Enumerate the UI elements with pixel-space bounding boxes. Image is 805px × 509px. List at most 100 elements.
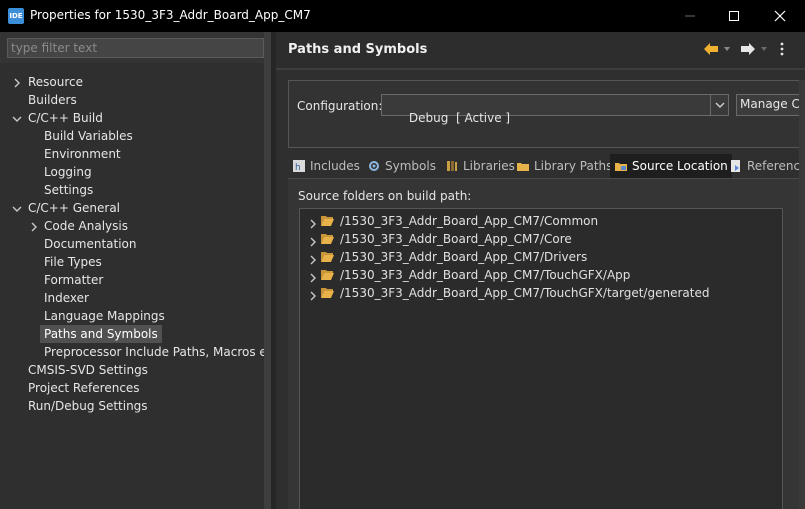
folder-icon [320,232,335,245]
tab-label: Library Paths [534,159,613,173]
chevron-down-icon [761,47,767,51]
tree-item-code-analysis[interactable]: Code Analysis [40,217,132,235]
forward-dropdown[interactable] [760,41,768,57]
library-paths-icon [516,159,530,173]
tree-item-formatter[interactable]: Formatter [40,271,107,289]
chevron-right-icon[interactable] [12,77,22,88]
tab-libraries[interactable]: Libraries [441,154,519,178]
tab-label: Source Location [632,159,728,173]
configuration-select[interactable]: Debug [ Active ] [381,94,729,125]
chevron-right-icon[interactable] [308,270,318,283]
close-button[interactable] [757,0,803,32]
tree-item-cpp-build[interactable]: C/C++ Build [24,109,107,127]
tree-item-label: Builders [28,93,77,107]
source-folder-path: /1530_3F3_Addr_Board_App_CM7/Core [340,232,572,246]
tree-item-settings[interactable]: Settings [40,181,97,199]
tab-includes[interactable]: h Includes [288,154,364,178]
tree-item-builders[interactable]: Builders [24,91,81,109]
page-title: Paths and Symbols [288,42,428,57]
tree-item-build-variables[interactable]: Build Variables [40,127,137,145]
tree-item-logging[interactable]: Logging [40,163,96,181]
maximize-icon [729,11,739,21]
configuration-value: Debug [ Active ] [408,111,511,125]
forward-button[interactable] [740,41,756,57]
tree-item-label: Documentation [44,237,137,251]
folder-icon [320,286,335,299]
chevron-right-icon[interactable] [29,221,39,232]
filter-input[interactable] [7,38,264,58]
tree-item-project-references[interactable]: Project References [24,379,144,397]
source-folder-path: /1530_3F3_Addr_Board_App_CM7/Common [340,214,599,228]
tree-item-resource[interactable]: Resource [24,73,87,91]
tree-item-label: File Types [44,255,102,269]
tab-references[interactable]: Reference [725,154,805,178]
tree-item-label: C/C++ Build [28,111,103,125]
header-divider [276,68,805,70]
close-icon [774,10,786,22]
chevron-down-icon [724,47,730,51]
references-icon [729,159,743,173]
tree-item-label: Code Analysis [44,219,128,233]
tree-item-run-debug-settings[interactable]: Run/Debug Settings [24,397,152,415]
chevron-down-icon [710,95,728,115]
source-folders-label: Source folders on build path: [298,189,472,203]
maximize-button[interactable] [711,0,757,32]
tree-item-label: Build Variables [44,129,133,143]
tree-item-indexer[interactable]: Indexer [40,289,93,307]
tree-item-file-types[interactable]: File Types [40,253,106,271]
includes-icon: h [292,159,306,173]
tree-item-label: Run/Debug Settings [28,399,148,413]
chevron-right-icon[interactable] [308,216,318,229]
main-scrollbar[interactable] [799,80,805,509]
symbols-icon [367,159,381,173]
source-location-icon [614,159,628,173]
tree-item-label: Project References [28,381,140,395]
sidebar-scrollbar[interactable] [264,32,271,509]
tree-item-label: Preprocessor Include Paths, Macros etc. [44,345,282,359]
tab-symbols[interactable]: Symbols [363,154,440,178]
view-menu-icon [780,42,784,56]
source-location-panel: Source folders on build path: /1530_3F3_… [288,178,805,509]
manage-configurations-button[interactable]: Manage Co [736,94,805,116]
source-folder-path: /1530_3F3_Addr_Board_App_CM7/TouchGFX/ta… [340,286,710,300]
tab-source-location[interactable]: Source Location [610,154,732,178]
chevron-right-icon[interactable] [308,252,318,265]
tree-item-cpp-general[interactable]: C/C++ General [24,199,124,217]
tree-item-paths-and-symbols[interactable]: Paths and Symbols [40,325,162,343]
tree-item-label: Paths and Symbols [44,327,158,341]
folder-icon [320,250,335,263]
tab-label: Reference [747,159,805,173]
tab-library-paths[interactable]: Library Paths [512,154,616,178]
tree-item-preprocessor-include-paths[interactable]: Preprocessor Include Paths, Macros etc. [40,343,286,361]
chevron-down-icon[interactable] [12,113,22,123]
source-folder-list[interactable]: /1530_3F3_Addr_Board_App_CM7/Common /153… [299,208,783,509]
tree-item-cmsis-svd-settings[interactable]: CMSIS-SVD Settings [24,361,152,379]
tab-bar: h Includes Symbols Libraries Library Pat… [288,154,805,178]
tree-item-label: Indexer [44,291,89,305]
tab-label: Libraries [463,159,515,173]
source-folder-path: /1530_3F3_Addr_Board_App_CM7/TouchGFX/Ap… [340,268,631,282]
main-panel: Paths and Symbols Configuration: Debug [… [276,32,805,509]
chevron-down-icon[interactable] [12,203,22,213]
tree-item-documentation[interactable]: Documentation [40,235,141,253]
tab-label: Includes [310,159,360,173]
back-dropdown[interactable] [723,41,731,57]
source-folder-path: /1530_3F3_Addr_Board_App_CM7/Drivers [340,250,588,264]
chevron-right-icon[interactable] [308,234,318,247]
back-arrow-icon [704,43,718,55]
tree-item-environment[interactable]: Environment [40,145,125,163]
view-menu-button[interactable] [779,41,785,57]
property-tree: Resource Builders C/C++ Build Build Vari… [0,63,282,509]
tab-label: Symbols [385,159,436,173]
configuration-group: Configuration: Debug [ Active ] Manage C… [288,80,805,148]
minimize-button[interactable] [667,0,713,32]
sidebar: Resource Builders C/C++ Build Build Vari… [0,32,282,509]
tree-item-label: CMSIS-SVD Settings [28,363,148,377]
tree-item-label: Formatter [44,273,104,287]
forward-arrow-icon [741,43,755,55]
chevron-right-icon[interactable] [308,288,318,301]
back-button[interactable] [703,41,719,57]
window-title: Properties for 1530_3F3_Addr_Board_App_C… [30,8,311,22]
tree-item-language-mappings[interactable]: Language Mappings [40,307,169,325]
svg-text:h: h [295,163,301,173]
